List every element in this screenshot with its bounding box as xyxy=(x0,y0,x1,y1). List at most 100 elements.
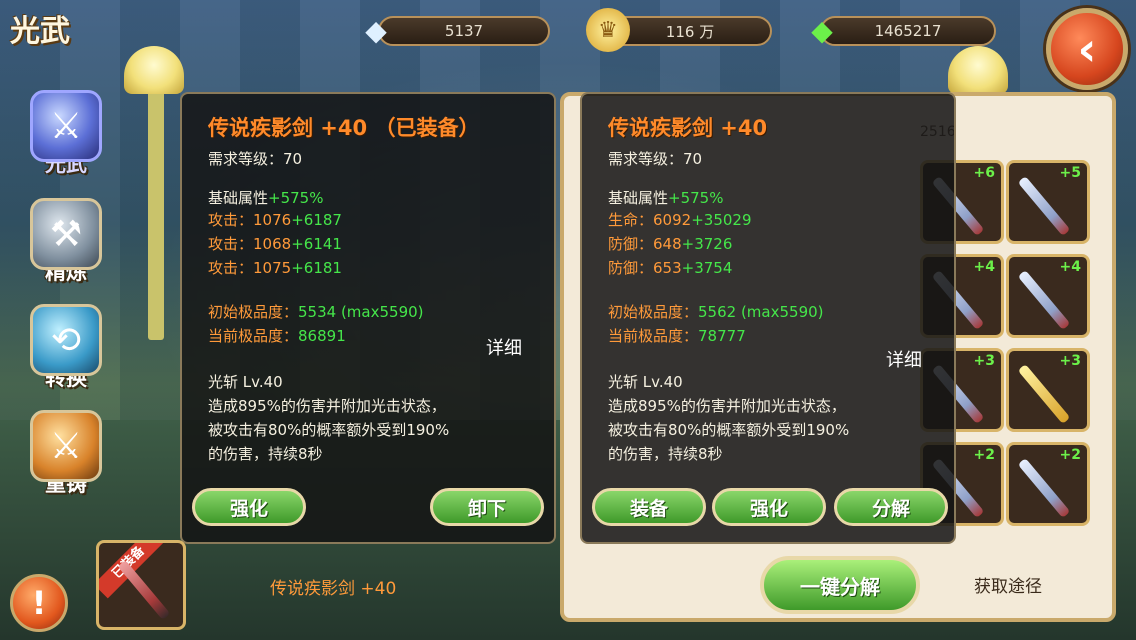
exclamation-icon: ! xyxy=(31,584,47,622)
unequip-button[interactable]: 卸下 xyxy=(430,488,544,526)
initial-quality-label: 初始极品度： xyxy=(608,303,699,321)
gem-counter: 1465217 xyxy=(820,16,996,46)
stat-name: 攻击： xyxy=(208,235,254,253)
current-quality-label: 当前极品度： xyxy=(608,327,699,345)
skill-block: 光斩 Lv.40 造成895%的伤害并附加光击状态， 被攻击有80%的概率额外受… xyxy=(208,370,528,466)
gold-value: 116 万 xyxy=(665,22,715,41)
slot-plus-label: +4 xyxy=(1059,259,1081,275)
initial-quality: 初始极品度：5562 (max5590) xyxy=(608,300,928,324)
skill-desc-line: 的伤害，持续8秒 xyxy=(208,445,323,463)
initial-quality-label: 初始极品度： xyxy=(208,303,299,321)
stat-line: 防御：648+3726 xyxy=(608,232,928,256)
upgrade-button[interactable]: 强化 xyxy=(712,488,826,526)
weapon-emblem-icon: ⚔ xyxy=(30,90,102,162)
required-level: 需求等级：70 xyxy=(608,150,703,168)
stat-line: 攻击：1076+6187 xyxy=(208,208,528,232)
lamp-post-left xyxy=(148,90,164,340)
stat-name: 攻击： xyxy=(208,211,254,229)
stat-base: 1076 xyxy=(253,211,292,229)
sidebar-item-reforge[interactable]: ⚔ 重铸 xyxy=(24,408,108,498)
current-quality: 当前极品度：78777 xyxy=(608,324,928,348)
skill-desc-line: 造成895%的伤害并附加光击状态， xyxy=(208,397,446,415)
slot-plus-label: +5 xyxy=(1059,165,1081,181)
skill-desc-line: 被攻击有80%的概率额外受到190% xyxy=(208,421,450,439)
stat-line: 攻击：1068+6141 xyxy=(208,232,528,256)
stat-bonus: +6187 xyxy=(291,211,342,229)
base-stats-header: 基础属性+575% xyxy=(208,187,528,208)
base-stats-bonus: +575% xyxy=(268,189,324,207)
diamond-icon: ◆ xyxy=(365,13,387,47)
stat-base: 648 xyxy=(653,235,682,253)
stat-base: 6092 xyxy=(653,211,692,229)
skill-desc-line: 的伤害，持续8秒 xyxy=(608,445,723,463)
initial-quality-value: 5534 (max5590) xyxy=(298,303,424,321)
obtain-source-link[interactable]: 获取途径 xyxy=(974,572,1042,597)
stat-bonus: +6181 xyxy=(291,259,342,277)
crown-icon: ♛ xyxy=(586,8,630,52)
initial-quality: 初始极品度：5534 (max5590) xyxy=(208,300,528,324)
gold-counter: 116 万 xyxy=(608,16,772,46)
current-quality-value: 78777 xyxy=(698,327,746,345)
diamond-counter: 5137 xyxy=(378,16,550,46)
base-stats-label: 基础属性 xyxy=(608,189,669,207)
base-stats-header: 基础属性+575% xyxy=(608,187,928,208)
slot-plus-label: +2 xyxy=(973,447,995,463)
item-title: 传说疾影剑 +40 （已装备） xyxy=(208,116,480,140)
equipped-weapon-slot[interactable]: 已装备 xyxy=(96,540,186,630)
stat-bonus: +6141 xyxy=(291,235,342,253)
stat-line: 防御：653+3754 xyxy=(608,256,928,280)
slot-plus-label: +3 xyxy=(1059,353,1081,369)
equipped-item-tooltip: 传说疾影剑 +40 （已装备） 需求等级：70 基础属性+575% 攻击：107… xyxy=(180,92,556,544)
swap-icon: ⟲ xyxy=(30,304,102,376)
base-stats-label: 基础属性 xyxy=(208,189,269,207)
slot-plus-label: +6 xyxy=(973,165,995,181)
one-click-decompose-button[interactable]: 一键分解 xyxy=(760,556,920,614)
stat-bonus: +3754 xyxy=(681,259,733,277)
slot-plus-label: +2 xyxy=(1059,447,1081,463)
gem-value: 1465217 xyxy=(874,22,942,40)
skill-name: 光斩 Lv.40 xyxy=(208,373,283,391)
sword-icon xyxy=(117,559,171,621)
sword-icon xyxy=(1017,175,1071,237)
diamond-value: 5137 xyxy=(444,22,484,40)
stat-bonus: +3726 xyxy=(681,235,733,253)
upgrade-button[interactable]: 强化 xyxy=(192,488,306,526)
sidebar-item-refine[interactable]: ⚒ 精炼 xyxy=(24,196,108,286)
current-quality-label: 当前极品度： xyxy=(208,327,299,345)
sidebar-item-weapon[interactable]: ⚔ 光武 xyxy=(24,88,108,178)
skill-desc-line: 造成895%的伤害并附加光击状态， xyxy=(608,397,846,415)
inventory-slot[interactable]: +5 xyxy=(1006,160,1090,244)
inventory-slot[interactable]: +3 xyxy=(1006,348,1090,432)
page-title: 光武 xyxy=(10,14,70,49)
sword-icon xyxy=(1017,363,1071,425)
stat-name: 防御： xyxy=(608,235,654,253)
stat-base: 653 xyxy=(653,259,682,277)
alert-button[interactable]: ! xyxy=(10,574,68,632)
skill-desc-line: 被攻击有80%的概率额外受到190% xyxy=(608,421,850,439)
skill-name: 光斩 Lv.40 xyxy=(608,373,683,391)
base-stats-bonus: +575% xyxy=(668,189,724,207)
forge-icon: ⚔ xyxy=(30,410,102,482)
current-quality-value: 86891 xyxy=(298,327,346,345)
item-title: 传说疾影剑 +40 xyxy=(608,116,768,140)
decompose-button[interactable]: 分解 xyxy=(834,488,948,526)
back-button[interactable]: ‹ xyxy=(1046,8,1128,90)
inventory-slot[interactable]: +4 xyxy=(1006,254,1090,338)
back-arrow-icon: ‹ xyxy=(1077,22,1097,76)
stat-line: 攻击：1075+6181 xyxy=(208,256,528,280)
inventory-slot[interactable]: +2 xyxy=(1006,442,1090,526)
equipped-weapon-name: 传说疾影剑 +40 xyxy=(270,579,397,599)
slot-plus-label: +4 xyxy=(973,259,995,275)
detail-link[interactable]: 详细 xyxy=(486,334,522,360)
skill-block: 光斩 Lv.40 造成895%的伤害并附加光击状态， 被攻击有80%的概率额外受… xyxy=(608,370,928,466)
detail-link[interactable]: 详细 xyxy=(886,346,922,372)
current-quality: 当前极品度：86891 xyxy=(208,324,528,348)
stat-base: 1068 xyxy=(253,235,292,253)
stat-name: 防御： xyxy=(608,259,654,277)
slot-plus-label: +3 xyxy=(973,353,995,369)
equip-button[interactable]: 装备 xyxy=(592,488,706,526)
stat-line: 生命：6092+35029 xyxy=(608,208,928,232)
sidebar-item-convert[interactable]: ⟲ 转换 xyxy=(24,302,108,392)
selected-item-tooltip: 传说疾影剑 +40 需求等级：70 基础属性+575% 生命：6092+3502… xyxy=(580,92,956,544)
sword-icon xyxy=(1017,457,1071,519)
